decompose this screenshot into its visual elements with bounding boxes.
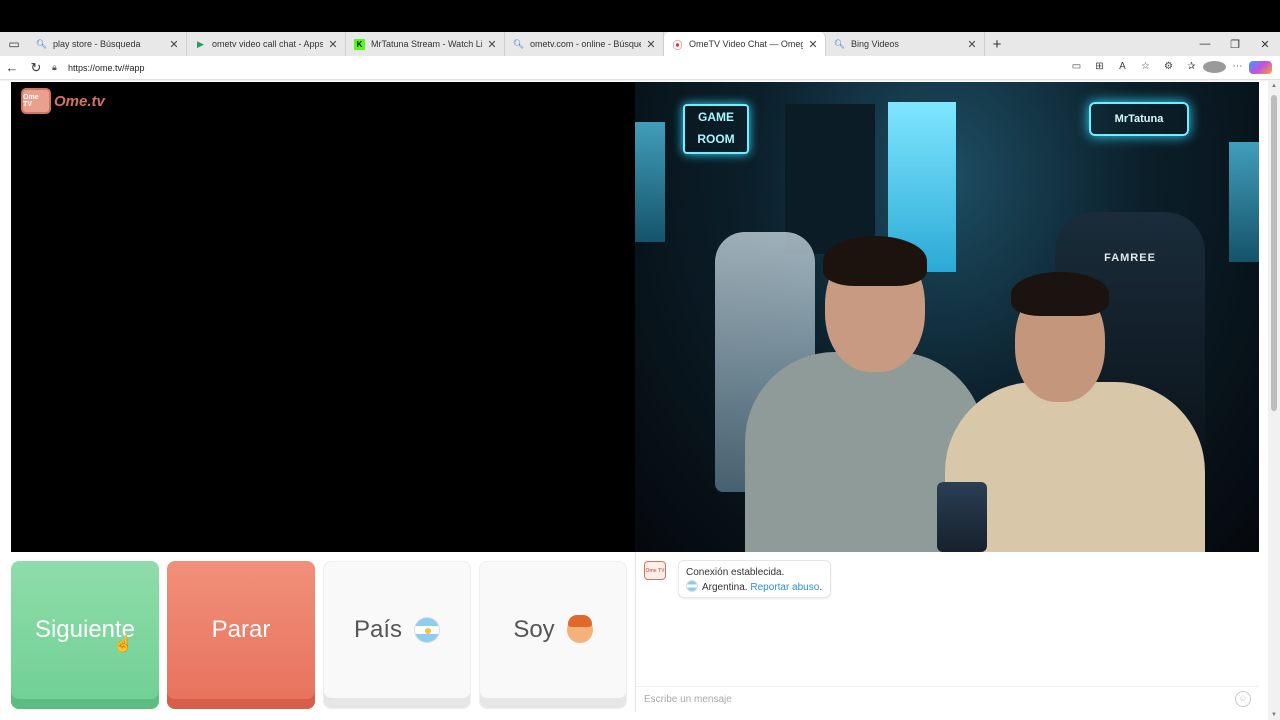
argentina-flag-icon xyxy=(686,580,698,592)
stranger-video: Ome TV Ome.tv xyxy=(11,82,635,552)
tv-icon: Ome TV xyxy=(21,88,51,114)
tab-label: ometv video call chat - Apps de A xyxy=(212,39,323,49)
system-message: Conexión establecida. Argentina. Reporta… xyxy=(678,560,831,598)
report-suffix: . xyxy=(819,582,823,593)
connection-status: Conexión establecida. xyxy=(686,567,785,578)
neon-game-room-sign: GAME ROOM xyxy=(683,104,749,154)
camera-icon[interactable]: ▭ xyxy=(1065,61,1088,74)
tab-label: Bing Videos xyxy=(851,39,899,49)
country-line: Argentina. Reportar abuso. xyxy=(686,580,823,595)
tab-label: ometv.com - online - Búsqueda xyxy=(530,39,641,49)
scroll-down-icon[interactable]: ▼ xyxy=(1268,712,1280,718)
lock-icon[interactable]: 🔒︎ xyxy=(52,62,68,73)
window-controls: — ❐ ✕ xyxy=(1190,38,1280,51)
stop-button[interactable]: Parar xyxy=(167,561,315,709)
minimize-button[interactable]: — xyxy=(1190,38,1220,51)
neon-brand-sign: MrTatuna xyxy=(1089,102,1189,136)
next-button[interactable]: Siguiente xyxy=(11,561,159,709)
restore-button[interactable]: ❐ xyxy=(1220,38,1250,51)
person-right xyxy=(945,272,1225,552)
close-icon[interactable]: ✕ xyxy=(486,38,498,51)
window-top-bar xyxy=(0,0,1280,32)
close-icon[interactable]: ✕ xyxy=(966,38,978,51)
country-button-label: País xyxy=(353,616,403,643)
close-window-button[interactable]: ✕ xyxy=(1250,38,1280,51)
tab-label: OmeTV Video Chat — Omeg xyxy=(689,39,803,49)
close-icon[interactable]: ✕ xyxy=(645,38,657,51)
ometv-avatar: Ome TV xyxy=(644,561,666,580)
read-aloud-icon[interactable]: A xyxy=(1111,61,1134,74)
tab-actions-icon[interactable]: ▭ xyxy=(0,32,28,56)
tab-ometv-apps[interactable]: ▶ ometv video call chat - Apps de A ✕ xyxy=(187,32,346,56)
search-icon: 🔍︎ xyxy=(35,38,48,49)
tab-ometv-chat[interactable]: ⦿ OmeTV Video Chat — Omeg ✕ xyxy=(664,32,826,56)
country-name: Argentina. xyxy=(702,582,748,593)
more-menu-icon[interactable]: ⋯ xyxy=(1226,61,1249,74)
stop-button-label: Parar xyxy=(211,616,271,643)
favorites-icon[interactable]: ✰ xyxy=(1180,61,1203,74)
url-text: https://ome.tv/#app xyxy=(68,62,145,73)
new-tab-button[interactable]: + xyxy=(985,36,1009,53)
tab-label: MrTatuna Stream - Watch Live on xyxy=(371,39,482,49)
emoji-icon[interactable]: ☺ xyxy=(1235,691,1251,707)
message-input[interactable]: Escribe un mensaje ☺ xyxy=(636,686,1259,712)
ometv-logo[interactable]: Ome TV Ome.tv xyxy=(21,88,105,114)
tab-bing-videos[interactable]: 🔍︎ Bing Videos ✕ xyxy=(826,32,985,56)
close-icon[interactable]: ✕ xyxy=(168,38,180,51)
message-placeholder: Escribe un mensaje xyxy=(644,694,732,705)
favorite-star-icon[interactable]: ☆ xyxy=(1134,61,1157,74)
tab-play-store[interactable]: 🔍︎ play store - Búsqueda ✕ xyxy=(28,32,187,56)
logo-text: Ome.tv xyxy=(54,92,105,110)
close-icon[interactable]: ✕ xyxy=(327,38,339,51)
chair-brand: FAMREE xyxy=(1104,252,1156,264)
own-webcam-video: GAME ROOM MrTatuna FAMREE xyxy=(635,82,1259,552)
argentina-flag-icon xyxy=(414,617,441,643)
led-strip-left xyxy=(635,122,665,242)
search-icon: 🔍︎ xyxy=(512,38,525,49)
search-icon: 🔍︎ xyxy=(833,38,846,49)
kick-icon: K xyxy=(354,38,365,50)
background-shelf xyxy=(785,104,875,254)
report-abuse-link[interactable]: Reportar abuso xyxy=(750,582,819,593)
hand-cursor-icon: ☝ xyxy=(113,636,133,653)
profile-icon[interactable] xyxy=(1203,61,1226,74)
play-store-icon: ▶ xyxy=(197,38,204,49)
app-install-icon[interactable]: ⊞ xyxy=(1088,61,1111,74)
led-strip-right xyxy=(1229,142,1259,262)
country-button[interactable]: País xyxy=(323,561,471,709)
scrollbar-thumb[interactable] xyxy=(1271,95,1277,411)
cup xyxy=(937,482,987,552)
page-scrollbar[interactable]: ▲ ▼ xyxy=(1268,81,1280,720)
record-icon: ⦿ xyxy=(672,40,683,52)
refresh-icon[interactable]: ↻ xyxy=(24,60,48,76)
scroll-up-icon[interactable]: ▲ xyxy=(1268,83,1280,89)
address-bar: ← ↻ 🔒︎ https://ome.tv/#app ▭ ⊞ A ☆ ⚙ ✰ ⋯ xyxy=(0,56,1280,80)
tab-ometv-search[interactable]: 🔍︎ ometv.com - online - Búsqueda ✕ xyxy=(505,32,664,56)
boy-icon xyxy=(566,615,593,643)
extensions-icon[interactable]: ⚙ xyxy=(1157,61,1180,74)
gender-button[interactable]: Soy xyxy=(479,561,627,709)
tab-mrtatuna-stream[interactable]: K MrTatuna Stream - Watch Live on ✕ xyxy=(346,32,505,56)
browser-toolbar: ▭ ⊞ A ☆ ⚙ ✰ ⋯ xyxy=(1065,61,1272,74)
copilot-icon[interactable] xyxy=(1249,61,1272,74)
url-field[interactable]: 🔒︎ https://ome.tv/#app xyxy=(52,62,1065,73)
back-arrow-icon[interactable]: ← xyxy=(0,60,24,75)
tab-label: play store - Búsqueda xyxy=(53,39,141,49)
person-left xyxy=(695,236,985,552)
chat-panel: Ome TV Conexión establecida. Argentina. … xyxy=(635,552,1259,712)
tab-strip: ▭ 🔍︎ play store - Búsqueda ✕ ▶ ometv vid… xyxy=(0,32,1280,56)
gender-button-label: Soy xyxy=(513,616,555,643)
close-icon[interactable]: ✕ xyxy=(807,38,819,51)
